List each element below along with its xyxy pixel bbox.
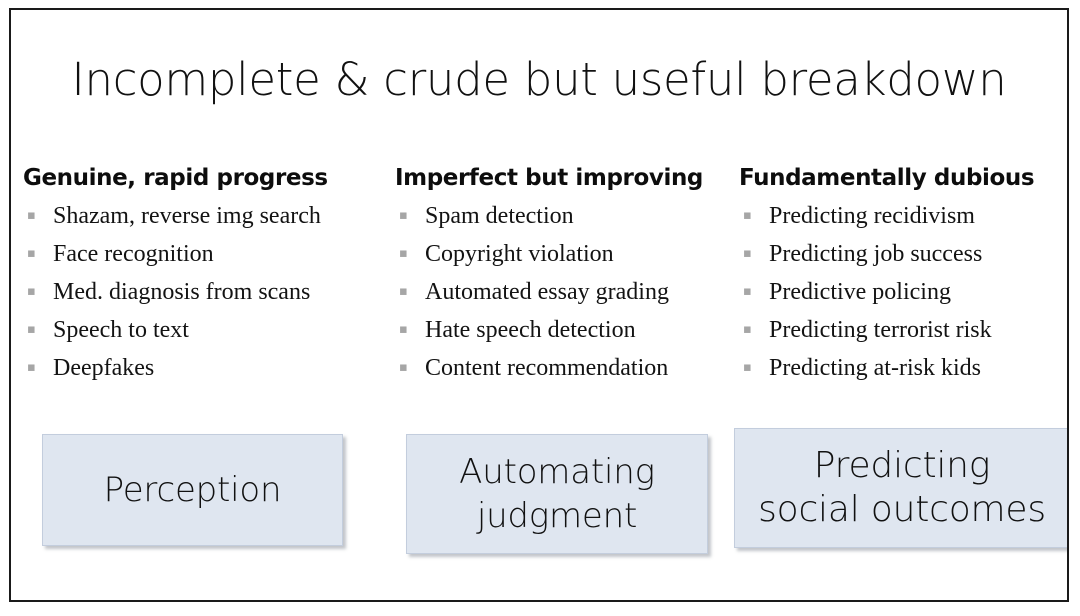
- slide-canvas: Incomplete & crude but useful breakdown …: [9, 8, 1069, 602]
- category-box-perception: Perception: [42, 434, 343, 546]
- category-box-line-1: Automating: [459, 452, 655, 492]
- category-box-text: Automating judgment: [459, 450, 655, 538]
- category-box-text: Predicting social outcomes: [758, 444, 1046, 532]
- category-box-line-1: Predicting: [813, 445, 991, 486]
- category-box-line-1: Perception: [103, 470, 282, 510]
- category-box-line-2: judgment: [476, 496, 638, 536]
- category-box-text: Perception: [104, 468, 282, 512]
- category-box-automating-judgment: Automating judgment: [406, 434, 708, 554]
- category-box-predicting-social-outcomes: Predicting social outcomes: [734, 428, 1067, 548]
- category-boxes: Perception Automating judgment Predictin…: [11, 10, 1067, 600]
- category-box-line-2: social outcomes: [758, 489, 1046, 530]
